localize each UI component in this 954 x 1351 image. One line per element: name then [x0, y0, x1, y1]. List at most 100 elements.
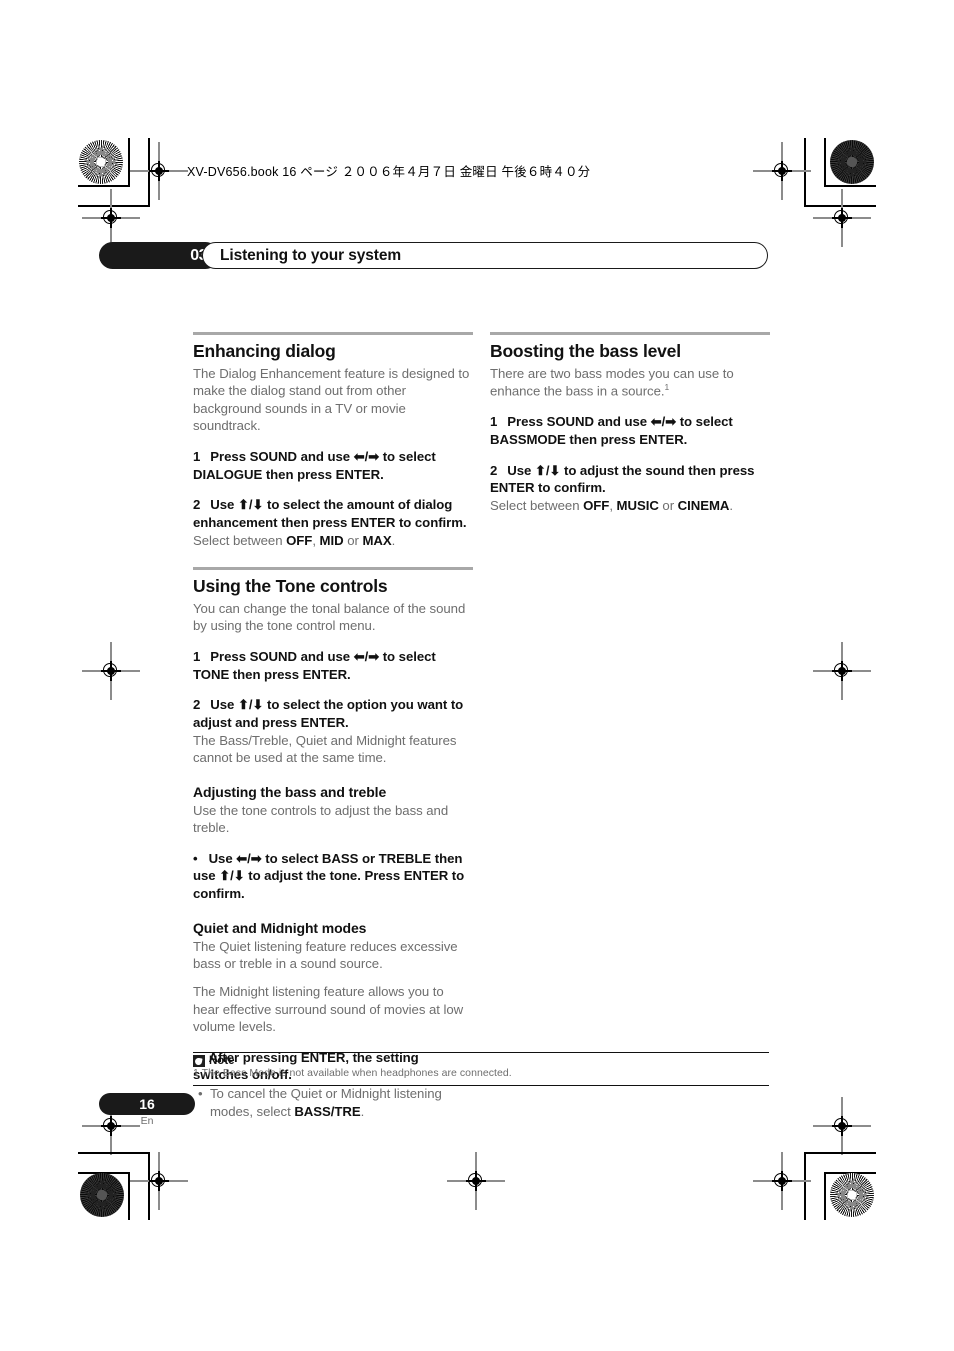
bullet-item: • Use ⬅/➡ to select BASS or TREBLE then u… [193, 850, 473, 903]
period: . [360, 1103, 365, 1119]
step-note: Select between OFF, MID or MAX. [193, 532, 473, 550]
step-note: The Bass/Treble, Quiet and Midnight feat… [193, 732, 457, 766]
print-starburst-mark-top-left [79, 140, 123, 184]
option-value: CINEMA [677, 497, 730, 513]
registration-target-right-middle [813, 642, 871, 700]
subsection-intro-2: The Midnight listening feature allows yo… [193, 983, 464, 1035]
separator: or [658, 497, 678, 513]
period: . [729, 497, 733, 513]
section-heading: Using the Tone controls [193, 576, 388, 597]
registration-target-header-left [130, 142, 188, 200]
subsection-intro: Use the tone controls to adjust the bass… [193, 802, 449, 836]
subsection-quiet-midnight-modes: Quiet and Midnight modes The Quiet liste… [193, 920, 473, 1120]
bullet-text-a: Use [208, 850, 237, 866]
section-intro: The Dialog Enhancement feature is design… [193, 365, 470, 434]
step-number: 2 [193, 497, 201, 513]
step-number: 2 [193, 697, 201, 713]
section-rule [193, 567, 473, 571]
step-note: Select between OFF, MUSIC or CINEMA. [490, 497, 770, 515]
option-value: OFF [583, 497, 610, 513]
separator: , [609, 497, 617, 513]
step-number: 1 [490, 414, 498, 430]
option-value: MID [319, 532, 344, 548]
print-starburst-mark-bottom-right [830, 1173, 874, 1217]
sub-bullet-list: To cancel the Quiet or Midnight listenin… [193, 1085, 473, 1120]
section-using-tone-controls: Using the Tone controls You can change t… [193, 567, 473, 767]
separator: or [343, 532, 363, 548]
up-down-arrow-icon: ⬆/⬇ [237, 697, 264, 713]
step-number: 2 [490, 462, 498, 478]
document-page: XV-DV656.book 16 ページ ２００６年４月７日 金曜日 午後６時４… [0, 0, 954, 1351]
step-item: 2 Use ⬆/⬇ to select the option you want t… [193, 696, 473, 731]
right-column: Boosting the bass level There are two ba… [490, 332, 770, 514]
registration-target-header-right [753, 142, 811, 200]
left-column: Enhancing dialog The Dialog Enhancement … [193, 332, 473, 1120]
option-value: MAX [362, 532, 392, 548]
section-intro: You can change the tonal balance of the … [193, 600, 466, 634]
step-item: 1 Press SOUND and use ⬅/➡ to select DIALO… [193, 448, 473, 483]
left-right-arrow-icon: ⬅/➡ [650, 414, 677, 430]
step-text-a: Use [210, 697, 238, 713]
step-text-a: Use [210, 497, 238, 513]
up-down-arrow-icon: ⬆/⬇ [219, 868, 245, 884]
section-heading: Boosting the bass level [490, 341, 681, 361]
section-heading: Enhancing dialog [193, 341, 336, 361]
step-item: 1 Press SOUND and use ⬅/➡ to select BASSM… [490, 413, 770, 448]
chapter-number: 03 [99, 242, 219, 269]
note-header: Note [193, 1055, 769, 1068]
note-pencil-icon [193, 1055, 205, 1068]
step-item: 1 Press SOUND and use ⬅/➡ to select TONE … [193, 648, 473, 683]
step-text-a: Press SOUND and use [210, 448, 354, 464]
separator: , [312, 532, 320, 548]
step-number: 1 [193, 648, 201, 664]
page-number-badge: 16 [99, 1093, 195, 1115]
subsection-heading: Adjusting the bass and treble [193, 783, 387, 800]
registration-target-left-middle [82, 642, 140, 700]
step-text-a: Press SOUND and use [210, 648, 354, 664]
print-density-mark-bottom-left [80, 1173, 124, 1217]
option-value: MUSIC [616, 497, 659, 513]
section-rule [490, 332, 770, 335]
step-note-lead: Select between [490, 497, 584, 513]
option-value: BASS/TRE [294, 1103, 361, 1119]
left-right-arrow-icon: ⬅/➡ [353, 648, 380, 664]
note-label: Note [209, 1055, 235, 1068]
list-item: To cancel the Quiet or Midnight listenin… [198, 1085, 473, 1120]
subsection-intro-1: The Quiet listening feature reduces exce… [193, 938, 458, 972]
section-intro-text: There are two bass modes you can use to … [490, 365, 734, 399]
registration-target-bottom-right [753, 1152, 811, 1210]
registration-target-left-upper [82, 189, 140, 247]
step-text-a: Press SOUND and use [507, 414, 651, 430]
subsection-adjusting-bass-treble: Adjusting the bass and treble Use the to… [193, 784, 473, 903]
section-rule [193, 332, 473, 335]
step-note-lead: Select between [193, 532, 287, 548]
note-block: Note 1 The Bass Mode is not available wh… [193, 1052, 769, 1087]
period: . [391, 532, 396, 548]
registration-target-bottom-left [130, 1152, 188, 1210]
print-file-header: XV-DV656.book 16 ページ ２００６年４月７日 金曜日 午後６時４… [187, 165, 591, 179]
option-value: OFF [286, 532, 313, 548]
registration-target-bottom-center [447, 1152, 505, 1210]
left-right-arrow-icon: ⬅/➡ [353, 448, 380, 464]
page-language-label: En [140, 1115, 154, 1127]
subsection-heading: Quiet and Midnight modes [193, 919, 367, 936]
left-right-arrow-icon: ⬅/➡ [236, 850, 262, 866]
note-text: 1 The Bass Mode is not available when he… [193, 1067, 512, 1080]
bullet-marker: • [193, 850, 198, 866]
up-down-arrow-icon: ⬆/⬇ [534, 462, 561, 478]
registration-target-right-upper [813, 189, 871, 247]
note-rule-top [193, 1052, 769, 1054]
step-number: 1 [193, 448, 201, 464]
step-item: 2 Use ⬆/⬇ to adjust the sound then press … [490, 462, 770, 497]
print-density-mark-top-right [830, 140, 874, 184]
section-intro: There are two bass modes you can use to … [490, 365, 770, 400]
section-enhancing-dialog: Enhancing dialog The Dialog Enhancement … [193, 332, 473, 549]
footnote-reference: 1 [664, 382, 670, 393]
note-rule-bottom [193, 1085, 769, 1087]
chapter-title: Listening to your system [202, 242, 768, 269]
section-boosting-bass-level: Boosting the bass level There are two ba… [490, 332, 770, 514]
step-item: 2 Use ⬆/⬇ to select the amount of dialog … [193, 496, 473, 531]
step-text-a: Use [507, 462, 535, 478]
up-down-arrow-icon: ⬆/⬇ [237, 497, 264, 513]
registration-target-right-lower [813, 1097, 871, 1155]
